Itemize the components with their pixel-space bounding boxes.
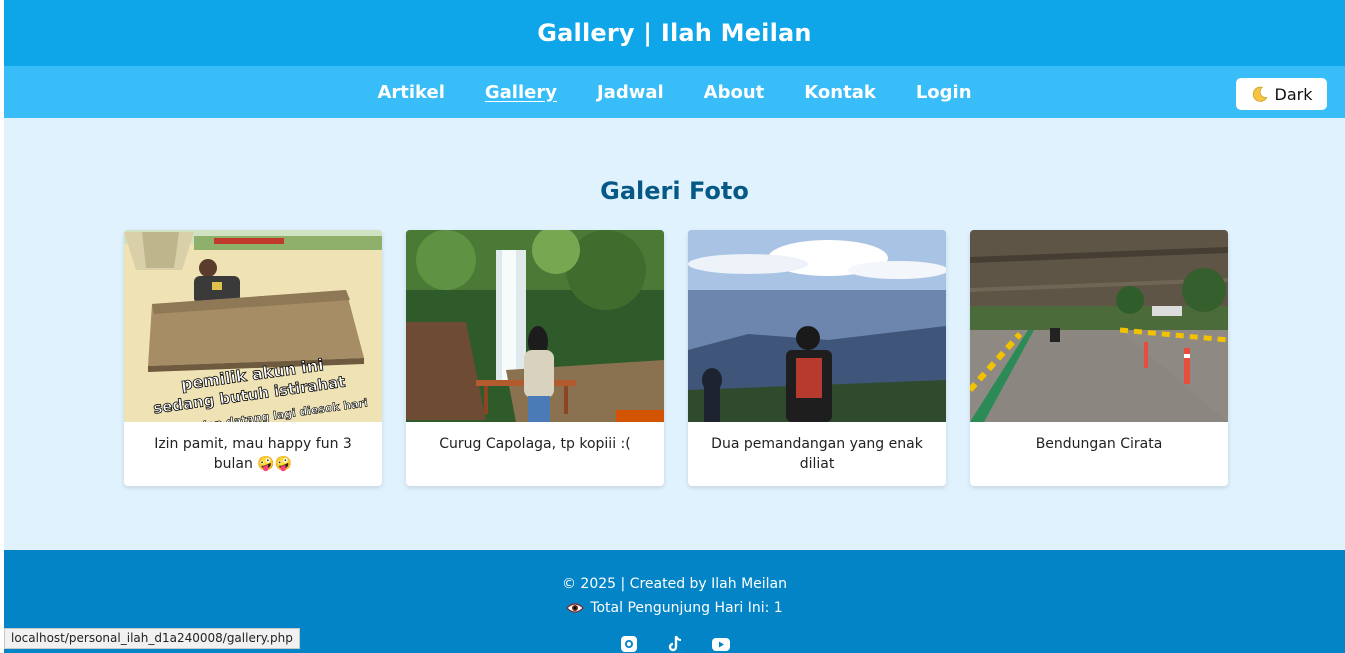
nav-item-artikel[interactable]: Artikel bbox=[377, 82, 444, 103]
photo-card[interactable]: pemilik akun ini sedang butuh istirahat … bbox=[124, 230, 382, 486]
youtube-icon[interactable] bbox=[711, 634, 731, 653]
nav-item-kontak[interactable]: Kontak bbox=[804, 82, 876, 103]
site-title: Gallery | Ilah Meilan bbox=[537, 19, 812, 47]
waterfall-photo bbox=[406, 230, 664, 422]
visitor-count: Total Pengunjung Hari Ini: 1 bbox=[4, 600, 1345, 616]
copyright-text: © 2025 | Created by Ilah Meilan bbox=[561, 576, 788, 592]
nav-item-about[interactable]: About bbox=[704, 82, 765, 103]
dark-mode-button[interactable]: Dark bbox=[1236, 78, 1327, 110]
photo-card[interactable]: Curug Capolaga, tp kopiii :( bbox=[406, 230, 664, 486]
photo-caption: Izin pamit, mau happy fun 3 bulan 🤪🤪 bbox=[154, 436, 352, 472]
photo-grid: pemilik akun ini sedang butuh istirahat … bbox=[124, 230, 1228, 486]
photo-caption: Dua pemandangan yang enak diliat bbox=[711, 436, 923, 472]
moon-icon bbox=[1252, 86, 1267, 102]
photo-caption: Curug Capolaga, tp kopiii :( bbox=[439, 436, 631, 452]
tiktok-icon[interactable] bbox=[665, 634, 685, 653]
site-header: Gallery | Ilah Meilan bbox=[4, 0, 1345, 66]
photo-card[interactable]: Dua pemandangan yang enak diliat bbox=[688, 230, 946, 486]
nav-links: Artikel Gallery Jadwal About Kontak Logi… bbox=[4, 66, 1345, 118]
nav-item-gallery[interactable]: Gallery bbox=[485, 82, 557, 103]
nav-item-jadwal[interactable]: Jadwal bbox=[597, 82, 664, 103]
dam-road-photo bbox=[970, 230, 1228, 422]
status-bar-url: localhost/personal_ilah_d1a240008/galler… bbox=[4, 628, 300, 649]
page: Gallery | Ilah Meilan Artikel Gallery Ja… bbox=[4, 0, 1345, 653]
meme-table-photo: pemilik akun ini sedang butuh istirahat … bbox=[124, 230, 382, 422]
photo-card[interactable]: Bendungan Cirata bbox=[970, 230, 1228, 486]
dark-mode-label: Dark bbox=[1274, 84, 1313, 104]
eye-icon bbox=[566, 603, 585, 613]
visitor-count-text: Total Pengunjung Hari Ini: 1 bbox=[590, 600, 783, 616]
gallery-title: Galeri Foto bbox=[600, 177, 749, 205]
nav-item-login[interactable]: Login bbox=[916, 82, 972, 103]
mountain-view-photo bbox=[688, 230, 946, 422]
photo-caption: Bendungan Cirata bbox=[1035, 436, 1163, 452]
navbar: Artikel Gallery Jadwal About Kontak Logi… bbox=[4, 66, 1345, 118]
instagram-icon[interactable] bbox=[619, 634, 639, 653]
